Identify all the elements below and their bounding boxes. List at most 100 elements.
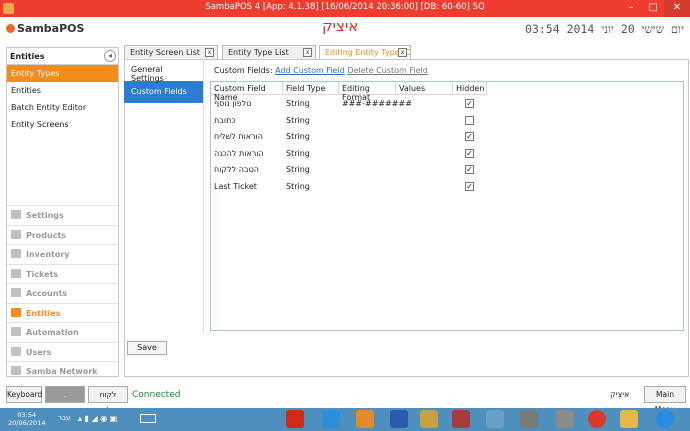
chrome-taskbar-icon[interactable] — [588, 410, 606, 428]
main-menu-button[interactable]: Main Menu — [644, 386, 686, 414]
cell-format[interactable] — [339, 162, 345, 178]
hidden-checkbox[interactable]: ✓ — [465, 99, 474, 108]
table-row[interactable]: טלפון נוסף String ###-####### ✓ — [211, 96, 481, 112]
cell-type[interactable]: String — [283, 162, 313, 178]
cell-type[interactable]: String — [283, 146, 313, 162]
sambapos-taskbar-icon[interactable] — [286, 410, 304, 428]
column-header-name[interactable]: Custom Field Name — [211, 82, 283, 102]
hidden-checkbox[interactable]: ✓ — [465, 132, 474, 141]
subnav-general-settings[interactable]: General Settings — [124, 59, 203, 83]
customer-button[interactable]: לקוח בדלפק — [88, 386, 128, 414]
tools-taskbar-icon[interactable] — [420, 410, 438, 428]
nav-settings[interactable]: Settings — [7, 205, 118, 225]
tab-editing-entity-type[interactable]: Editing Entity Type (C(x — [319, 45, 411, 59]
nav-inventory[interactable]: Inventory — [7, 244, 118, 264]
cell-format[interactable]: ###-####### — [339, 96, 415, 112]
maximize-button[interactable]: □ — [642, 0, 664, 17]
custom-fields-toolbar: Custom Fields: Add Custom Field Delete C… — [214, 66, 428, 75]
cell-type[interactable]: String — [283, 96, 313, 112]
close-tab-icon[interactable]: x — [303, 48, 312, 57]
entity-title: איציק — [322, 17, 359, 35]
cell-format[interactable] — [339, 146, 345, 162]
menu-item-batch-entity-editor[interactable]: Batch Entity Editor — [7, 99, 118, 116]
automation-icon — [11, 327, 21, 336]
table-row[interactable]: Last Ticket String ✓ — [211, 179, 481, 195]
cell-name[interactable]: הוראות לשליח — [211, 129, 266, 145]
subnav-custom-fields[interactable]: Custom Fields — [124, 81, 203, 103]
cell-type[interactable]: String — [283, 113, 313, 129]
hidden-checkbox[interactable] — [465, 115, 474, 125]
cell-name[interactable]: טלפון נוסף — [211, 96, 254, 112]
cell-type[interactable]: String — [283, 129, 313, 145]
window-title: SambaPOS 4 [App: 4.1.38] [16/06/2014 20:… — [205, 2, 485, 12]
delete-custom-field-link[interactable]: Delete Custom Field — [347, 66, 427, 75]
gear-icon — [11, 210, 21, 219]
word-taskbar-icon[interactable] — [390, 410, 408, 428]
menu-item-entity-types[interactable]: Entity Types — [7, 65, 118, 82]
left-panel-title: Entities — [10, 52, 45, 61]
header-datetime: 03:54 2014 יום שישי 20 יוני — [525, 22, 684, 36]
table-row[interactable]: הוראות להכנה String ✓ — [211, 146, 481, 162]
nav-samba-network[interactable]: Samba Network — [7, 361, 118, 381]
nav-entities[interactable]: Entities — [7, 302, 118, 323]
table-row[interactable]: הוראות לשליח String ✓ — [211, 129, 481, 145]
left-panel: Entities ◂ Entity Types Entities Batch E… — [6, 47, 119, 377]
folder-taskbar-icon[interactable] — [620, 410, 638, 428]
cell-values[interactable] — [396, 113, 402, 129]
menu-item-entity-screens[interactable]: Entity Screens — [7, 116, 118, 133]
taskbar-language[interactable]: עבר — [58, 414, 70, 422]
close-tab-icon[interactable]: x — [205, 48, 214, 57]
cell-name[interactable]: כתובת — [211, 113, 239, 129]
hidden-checkbox[interactable]: ✓ — [465, 181, 474, 191]
nav-automation[interactable]: Automation — [7, 322, 118, 342]
column-header-hidden[interactable]: Hidden — [453, 82, 487, 95]
cell-values[interactable] — [396, 146, 402, 162]
box-icon — [11, 249, 21, 258]
cell-type[interactable]: String — [283, 179, 313, 195]
column-header-type[interactable]: Field Type — [283, 82, 339, 95]
cell-format[interactable] — [339, 113, 345, 129]
add-custom-field-link[interactable]: Add Custom Field — [275, 66, 345, 75]
sql-taskbar-icon[interactable] — [520, 410, 538, 428]
cell-values[interactable] — [396, 96, 402, 112]
table-row[interactable]: כתובת String — [211, 113, 481, 129]
calculator-icon — [11, 288, 21, 297]
nav-tickets[interactable]: Tickets — [7, 263, 118, 284]
tab-entity-screen-list[interactable]: Entity Screen List x — [124, 45, 218, 59]
taskbar-clock[interactable]: 03:54 20/06/2014 — [8, 411, 45, 427]
nav-accounts[interactable]: Accounts — [7, 283, 118, 303]
keyboard-tray-icon[interactable] — [140, 414, 156, 423]
column-header-format[interactable]: Editing Format — [339, 82, 396, 102]
cell-name[interactable]: Last Ticket — [211, 179, 260, 195]
keyboard-button[interactable]: Keyboard — [6, 386, 42, 403]
internet-explorer-taskbar-icon[interactable] — [656, 410, 674, 428]
entity-button[interactable]: . — [45, 386, 85, 403]
paint-taskbar-icon[interactable] — [486, 410, 504, 428]
table-row[interactable]: הטבה ללקוח String ✓ — [211, 162, 481, 178]
cell-name[interactable]: הטבה ללקוח — [211, 162, 262, 178]
back-arrow-icon[interactable]: ◂ — [104, 50, 116, 62]
hidden-checkbox[interactable]: ✓ — [465, 148, 474, 158]
tab-entity-type-list[interactable]: Entity Type List x — [222, 45, 316, 59]
menu-item-entities[interactable]: Entities — [7, 82, 118, 99]
close-button[interactable]: ✕ — [664, 0, 690, 17]
save-button[interactable]: Save — [127, 341, 167, 355]
column-header-values[interactable]: Values — [396, 82, 453, 95]
minimize-button[interactable]: – — [620, 0, 642, 17]
cell-values[interactable] — [396, 162, 402, 178]
cell-values[interactable] — [396, 179, 402, 195]
close-tab-icon[interactable]: x — [398, 48, 407, 57]
hidden-checkbox[interactable]: ✓ — [465, 165, 474, 174]
editor-subnav: General Settings Custom Fields — [124, 59, 204, 334]
cell-name[interactable]: הוראות להכנה — [211, 146, 267, 162]
cell-values[interactable] — [396, 129, 402, 145]
mail-taskbar-icon[interactable] — [356, 410, 374, 428]
nav-products[interactable]: Products — [7, 224, 118, 245]
nav-users[interactable]: Users — [7, 341, 118, 362]
teamviewer-taskbar-icon[interactable] — [322, 410, 340, 428]
windows-taskbar-icon[interactable] — [556, 410, 574, 428]
app-taskbar-icon[interactable] — [452, 410, 470, 428]
connection-status: Connected — [132, 390, 181, 400]
cell-format[interactable] — [339, 129, 345, 145]
cell-format[interactable] — [339, 179, 345, 195]
